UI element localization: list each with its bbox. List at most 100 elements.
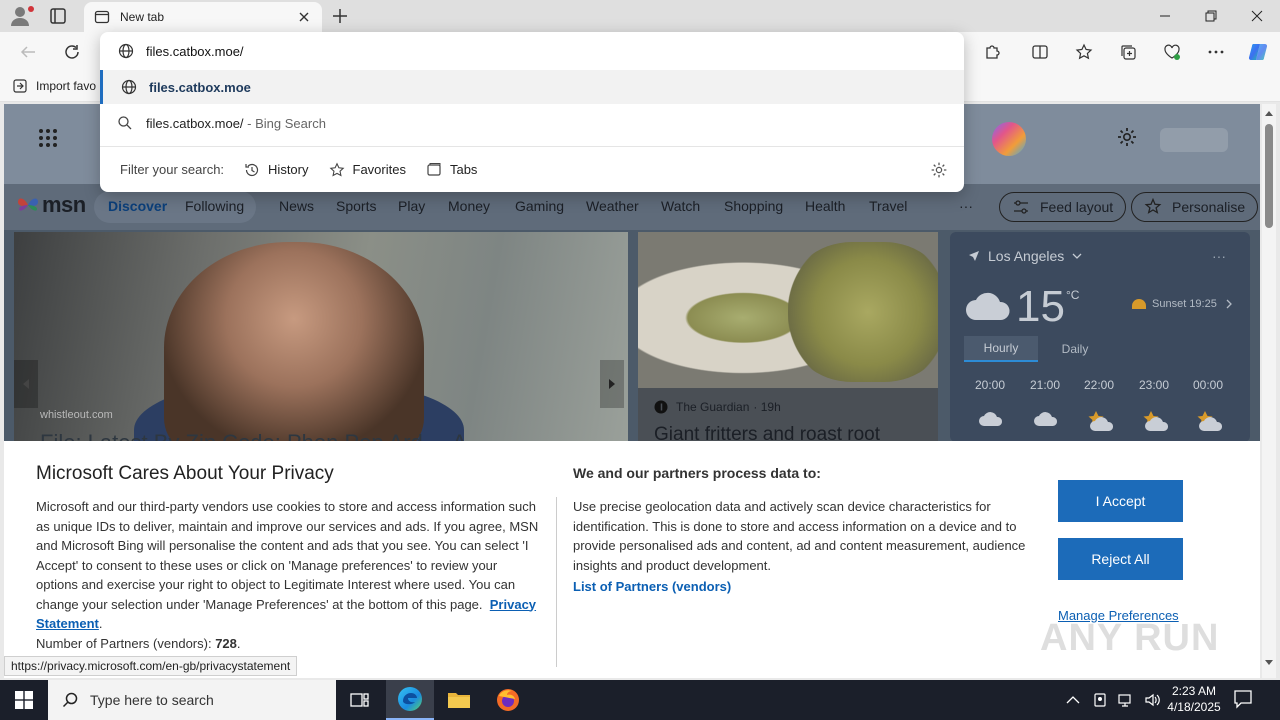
minimize-button[interactable]: [1142, 4, 1188, 28]
weather-sunset: Sunset 19:25: [1132, 298, 1233, 310]
nav-discover[interactable]: Discover: [108, 198, 167, 214]
msn-logo[interactable]: msn: [16, 192, 86, 218]
tab-new-tab[interactable]: New tab: [84, 2, 322, 32]
notification-center-button[interactable]: [1232, 688, 1254, 710]
back-button[interactable]: [16, 40, 40, 64]
meet-now-icon[interactable]: [1092, 692, 1108, 708]
privacy-body: Microsoft and our third-party vendors us…: [36, 499, 539, 651]
task-view-icon: [350, 693, 369, 707]
task-view-button[interactable]: [336, 680, 384, 720]
nav-more-button[interactable]: ···: [959, 198, 973, 214]
food-image: [638, 232, 938, 388]
personalise-button[interactable]: Personalise: [1131, 192, 1259, 222]
privacy-consent-dialog: Microsoft Cares About Your Privacy Micro…: [4, 441, 1260, 678]
tab-actions-button[interactable]: [46, 4, 74, 28]
reject-all-button[interactable]: Reject All: [1058, 538, 1183, 580]
extensions-button[interactable]: [980, 40, 1004, 64]
vendors-list-link[interactable]: List of Partners (vendors): [573, 579, 731, 594]
hero-news-card[interactable]: whistleout.com File: Latest By Zip Code:…: [14, 232, 628, 442]
browser-essentials-button[interactable]: [1160, 40, 1184, 64]
filter-history[interactable]: History: [244, 162, 309, 178]
profile-button[interactable]: [8, 4, 36, 28]
nav-travel[interactable]: Travel: [869, 198, 907, 214]
split-screen-button[interactable]: [1028, 40, 1052, 64]
taskbar-search-placeholder: Type here to search: [90, 692, 214, 708]
tab-actions-icon: [50, 8, 66, 24]
taskbar-file-explorer[interactable]: [435, 680, 483, 720]
scroll-down-icon[interactable]: [1265, 660, 1273, 666]
accept-button[interactable]: I Accept: [1058, 480, 1183, 522]
hero-prev-button[interactable]: [14, 360, 38, 408]
nav-watch[interactable]: Watch: [661, 198, 700, 214]
nav-news[interactable]: News: [279, 198, 314, 214]
hero-source: whistleout.com: [40, 409, 113, 421]
weather-tab-hourly[interactable]: Hourly: [964, 336, 1038, 362]
filter-tabs[interactable]: Tabs: [426, 162, 477, 178]
address-bar-dropdown: files.catbox.moe files.catbox.moe/ - Bin…: [100, 32, 964, 192]
notification-icon: [1234, 690, 1252, 709]
suggestion-url[interactable]: files.catbox.moe: [100, 70, 964, 104]
msn-copilot-button[interactable]: [992, 122, 1026, 156]
scrollbar-thumb[interactable]: [1265, 124, 1273, 228]
weather-location[interactable]: Los Angeles: [968, 248, 1090, 264]
volume-icon[interactable]: [1144, 692, 1162, 708]
refresh-icon: [65, 45, 79, 59]
heartbeat-icon: [1164, 44, 1180, 60]
news-card-guardian[interactable]: The Guardian · 19h Giant fritters and ro…: [638, 232, 938, 442]
nav-following[interactable]: Following: [185, 198, 244, 214]
restore-button[interactable]: [1188, 4, 1234, 28]
weather-unit: °C: [1066, 288, 1080, 302]
weather-tab-daily[interactable]: Daily: [1038, 336, 1112, 362]
nav-health[interactable]: Health: [805, 198, 845, 214]
taskbar-clock[interactable]: 2:23 AM 4/18/2025: [1162, 683, 1226, 715]
favorites-button[interactable]: [1072, 40, 1096, 64]
address-bar[interactable]: [100, 32, 964, 70]
close-window-button[interactable]: [1234, 4, 1280, 28]
minimize-icon: [1160, 15, 1170, 17]
close-icon: [1251, 10, 1263, 22]
settings-more-button[interactable]: [1204, 40, 1228, 64]
weather-more-button[interactable]: ···: [1212, 248, 1226, 264]
network-icon[interactable]: [1118, 692, 1134, 708]
nav-shopping[interactable]: Shopping: [724, 198, 783, 214]
app-launcher-button[interactable]: [38, 128, 58, 148]
title-bar: New tab: [0, 0, 1280, 32]
search-settings-button[interactable]: [930, 161, 948, 179]
taskbar-firefox[interactable]: [484, 680, 532, 720]
tab-title: New tab: [120, 10, 165, 24]
personalise-label: Personalise: [1172, 199, 1246, 215]
suggestion-search[interactable]: files.catbox.moe/ - Bing Search: [100, 106, 964, 140]
chevron-up-icon[interactable]: [1066, 695, 1080, 705]
start-button[interactable]: [0, 680, 48, 720]
puzzle-icon: [986, 45, 1000, 59]
page-scrollbar[interactable]: [1262, 104, 1276, 678]
feed-layout-button[interactable]: Feed layout: [999, 192, 1127, 222]
nav-weather[interactable]: Weather: [586, 198, 639, 214]
copilot-button[interactable]: [1246, 40, 1270, 64]
address-input[interactable]: [146, 43, 646, 59]
card-title[interactable]: Giant fritters and roast root: [654, 424, 880, 442]
taskbar-search-box[interactable]: Type here to search: [48, 680, 336, 720]
nav-sports[interactable]: Sports: [336, 198, 376, 214]
import-favorites-link[interactable]: Import favo: [12, 78, 96, 94]
refresh-button[interactable]: [60, 40, 84, 64]
gear-icon: [1118, 128, 1136, 146]
nav-play[interactable]: Play: [398, 198, 425, 214]
weather-tabs: Hourly Daily: [964, 336, 1112, 362]
collections-button[interactable]: [1116, 40, 1140, 64]
taskbar-edge[interactable]: [386, 680, 434, 720]
nav-gaming[interactable]: Gaming: [515, 198, 564, 214]
hero-next-button[interactable]: [600, 360, 624, 408]
new-tab-button[interactable]: [330, 6, 352, 26]
filter-favorites[interactable]: Favorites: [329, 162, 406, 178]
filter-favorites-label: Favorites: [352, 162, 406, 177]
scroll-up-icon[interactable]: [1265, 110, 1273, 116]
partly-cloudy-icon: [1088, 411, 1113, 431]
weather-widget[interactable]: Los Angeles ··· 15 °C Sunset 19:25 Hourl…: [950, 232, 1250, 442]
sign-in-button[interactable]: [1160, 128, 1228, 152]
manage-preferences-link[interactable]: Manage Preferences: [1058, 608, 1179, 623]
page-settings-button[interactable]: [1116, 126, 1138, 148]
nav-money[interactable]: Money: [448, 198, 490, 214]
card-time: · 19h: [753, 400, 781, 414]
tab-close-icon[interactable]: [296, 9, 312, 25]
